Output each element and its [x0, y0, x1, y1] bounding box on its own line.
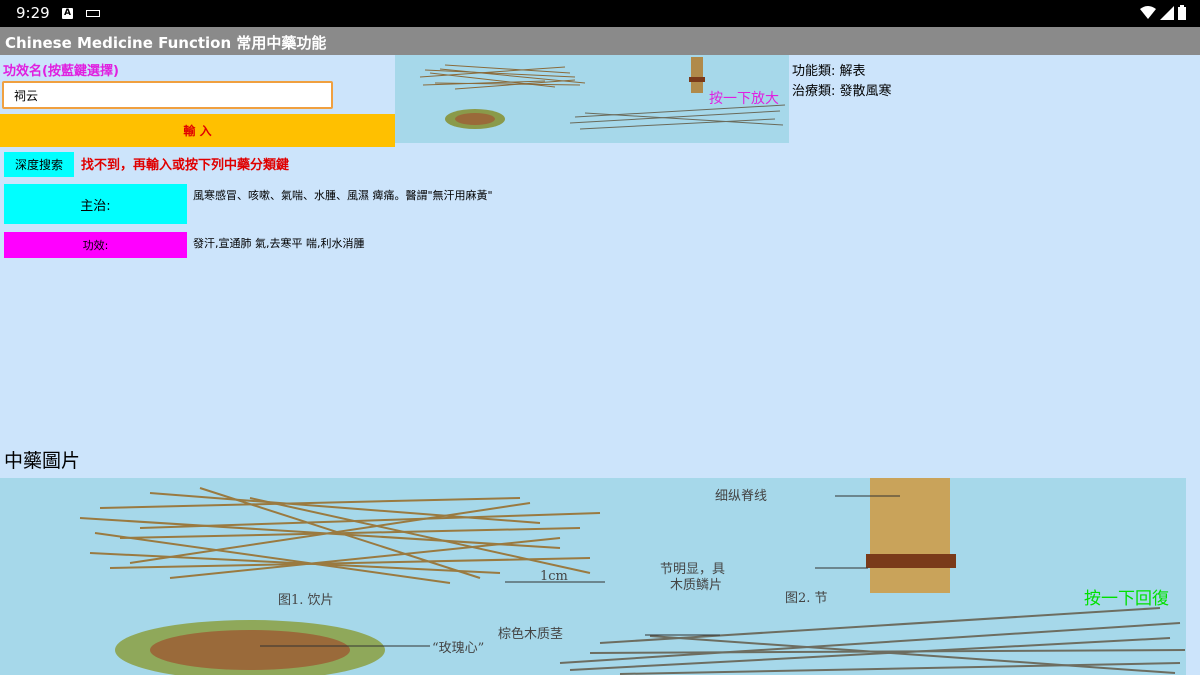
heart-label: “玫瑰心” — [432, 640, 484, 656]
system-icons — [1140, 5, 1186, 20]
treatment-class-text: 治療類: 發散風寒 — [792, 84, 892, 99]
main-treatment-text: 風寒感冒、咳嗽、氣喘、水腫、風濕 痺痛。醫謂"無汗用麻黃" — [193, 189, 493, 202]
deep-search-button[interactable]: 深度搜索 — [4, 152, 74, 177]
app-title: Chinese Medicine Function 常用中藥功能 — [5, 34, 327, 52]
herb-image-title: 中藥圖片 — [4, 450, 81, 472]
fig1-label: 图1. 饮片 — [278, 593, 334, 608]
restore-hint[interactable]: 按一下回復 — [1084, 584, 1169, 609]
signal-icon — [1160, 5, 1174, 20]
fig2-label: 图2. 节 — [785, 591, 828, 606]
wifi-icon — [1140, 5, 1156, 19]
status-bar: 9:29 A — [0, 0, 1200, 27]
app-title-bar: Chinese Medicine Function 常用中藥功能 — [0, 27, 1200, 55]
keyboard-icon — [86, 10, 100, 17]
notification-a-icon: A — [62, 8, 73, 19]
battery-icon — [1178, 5, 1186, 20]
zoom-hint[interactable]: 按一下放大 — [709, 88, 779, 108]
vein-label: 细纵脊线 — [715, 489, 767, 504]
stem-label: 棕色木质茎 — [498, 626, 563, 642]
status-time: 9:29 — [16, 4, 50, 22]
main-treatment-button[interactable]: 主治: — [4, 184, 187, 224]
node-label: 节明显，具 — [660, 562, 725, 577]
function-class-text: 功能類: 解表 — [792, 64, 866, 79]
efficacy-button[interactable]: 功效: — [4, 232, 187, 258]
not-found-hint: 找不到，再輸入或按下列中藥分類鍵 — [81, 158, 290, 173]
function-name-label: 功效名(按藍鍵選擇) — [3, 64, 119, 79]
scale-label: 1cm — [540, 569, 568, 584]
input-button[interactable]: 輸 入 — [0, 114, 395, 147]
efficacy-text: 發汗,宣通肺 氣,去寒平 喘,利水消腫 — [193, 237, 365, 250]
herb-image-drawing: 图1. 饮片 1cm 细纵脊线 节明显，具 木质鳞片 图2. 节 棕色木质茎 “… — [79, 478, 1186, 675]
herb-image-large[interactable]: 图1. 饮片 1cm 细纵脊线 节明显，具 木质鳞片 图2. 节 棕色木质茎 “… — [0, 478, 1186, 675]
function-name-input[interactable] — [2, 81, 333, 109]
node-label-2: 木质鳞片 — [670, 578, 722, 593]
